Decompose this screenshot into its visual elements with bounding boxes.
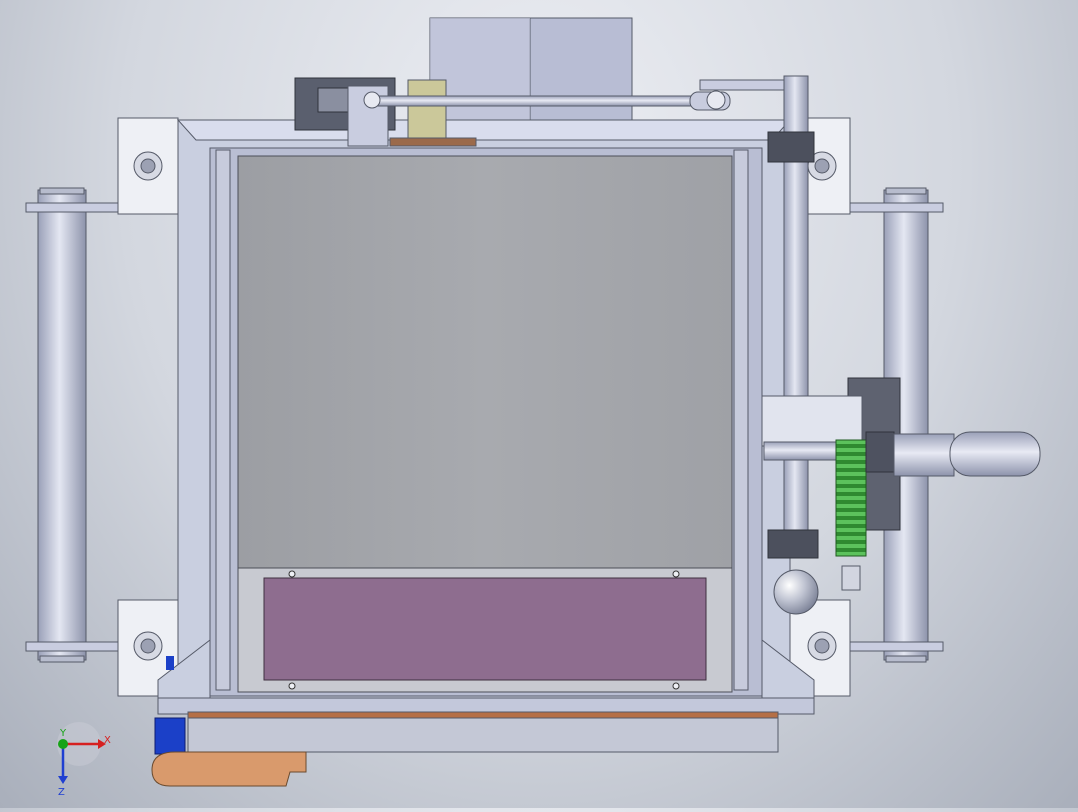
y-axis-label: Y	[59, 728, 67, 739]
window-frame	[237, 567, 733, 693]
x-axis-label: X	[104, 735, 111, 746]
cad-viewport[interactable]: X Y Z	[0, 0, 1078, 808]
assembly-drawing: X Y Z	[25, 17, 1041, 798]
z-axis-label: Z	[58, 787, 65, 798]
mounting-block-top-left	[117, 117, 179, 215]
orientation-triad: X Y Z	[57, 722, 111, 798]
